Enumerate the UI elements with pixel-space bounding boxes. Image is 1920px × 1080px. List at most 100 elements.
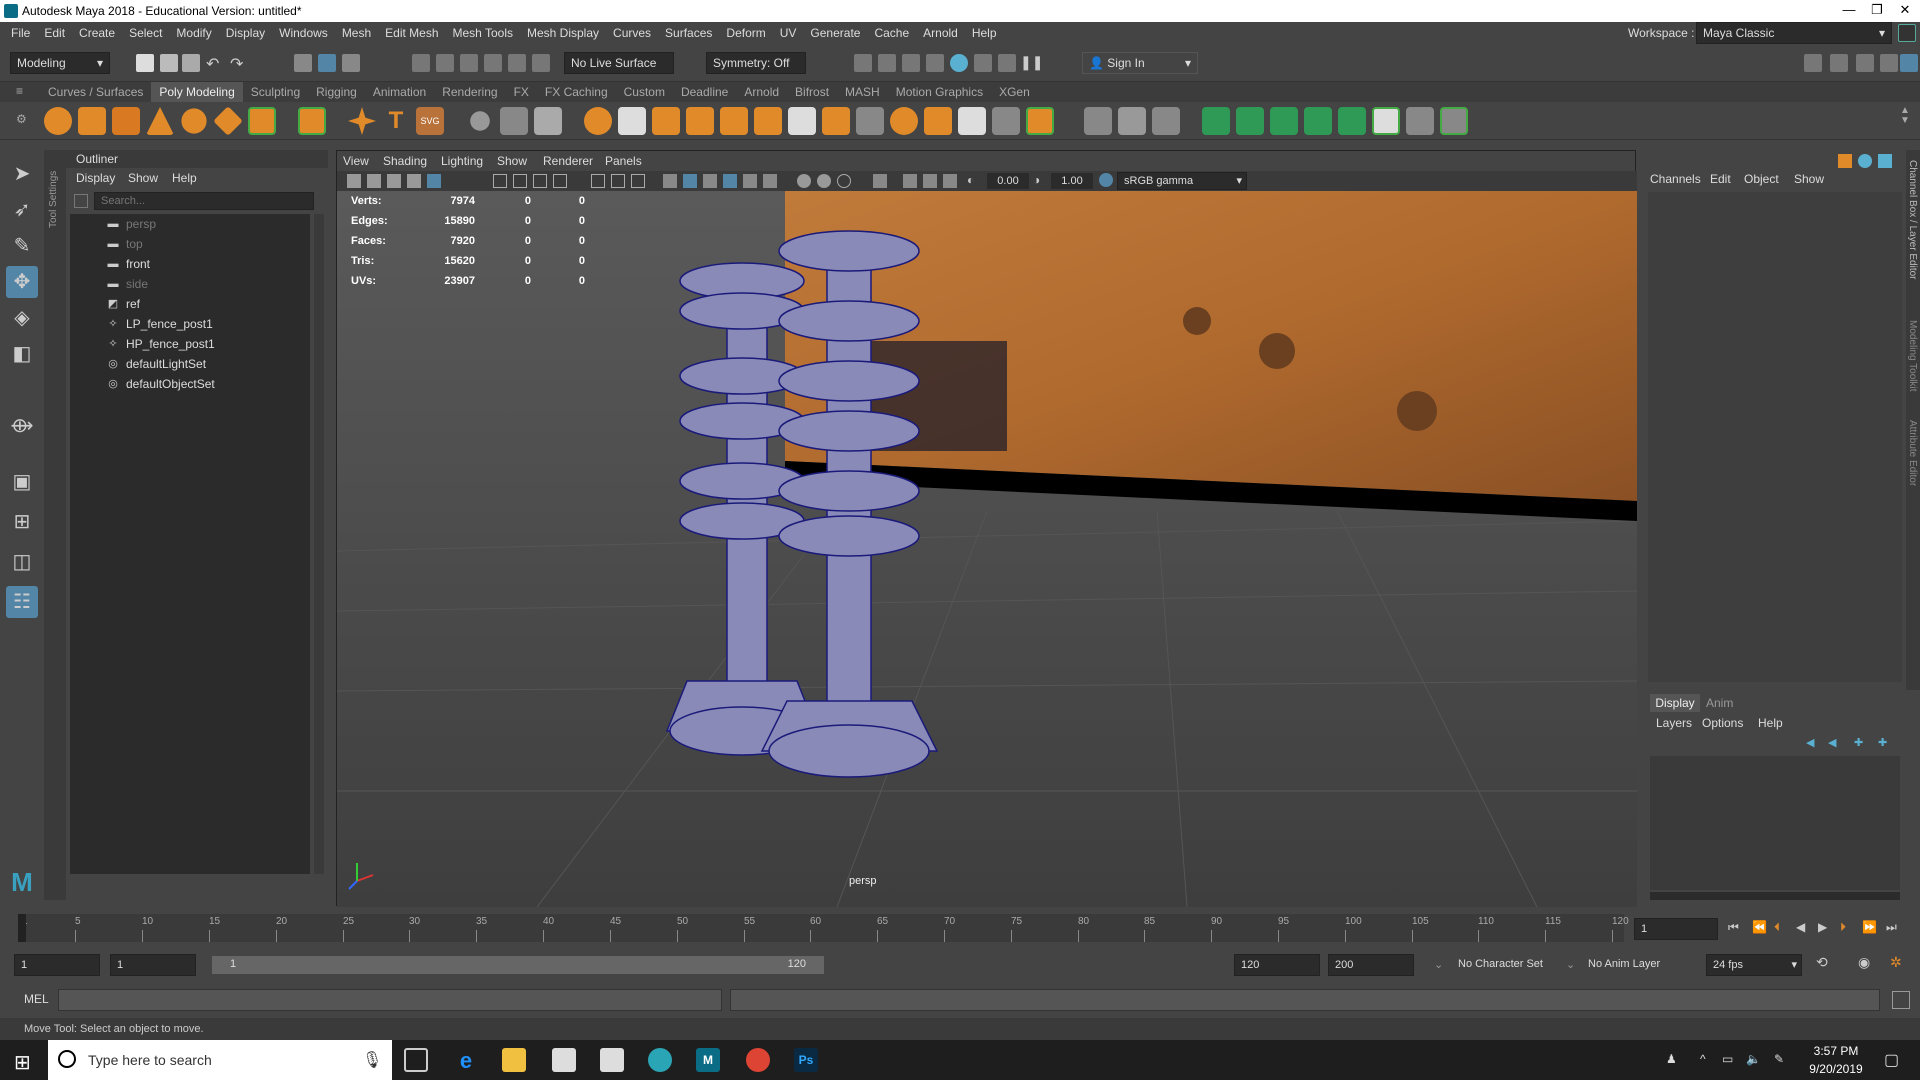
outliner-menu-display[interactable]: Display — [76, 168, 115, 188]
reduce-icon[interactable] — [822, 107, 850, 135]
open-scene-icon[interactable] — [160, 54, 178, 72]
channelbox-menu-show[interactable]: Show — [1794, 172, 1824, 186]
combine-icon[interactable] — [500, 107, 528, 135]
field-chart-icon[interactable] — [591, 174, 605, 188]
menu-display[interactable]: Display — [219, 22, 272, 44]
windows-start-icon[interactable]: ⊞ — [14, 1050, 31, 1075]
outliner-item[interactable]: ▬ persp — [70, 214, 310, 234]
poly-platonic-icon[interactable] — [298, 107, 326, 135]
image-plane-toggle-icon[interactable] — [407, 174, 421, 188]
step-back-icon[interactable]: ⏪ — [1752, 920, 1767, 934]
viewport-menu-show[interactable]: Show — [497, 151, 527, 171]
sculpt-icon[interactable] — [470, 111, 490, 131]
safe-action-icon[interactable] — [611, 174, 625, 188]
poly-cylinder-icon[interactable] — [112, 107, 140, 135]
single-perspective-icon[interactable]: ▣ — [6, 466, 38, 498]
redo-icon[interactable]: ↷ — [230, 54, 248, 73]
target-weld-icon[interactable] — [1084, 107, 1112, 135]
menu-mesh-display[interactable]: Mesh Display — [520, 22, 606, 44]
tab-modeling-toolkit[interactable]: Modeling Toolkit — [1907, 320, 1918, 410]
multi-cut-icon[interactable] — [1026, 107, 1054, 135]
photoshop-icon[interactable]: Ps — [794, 1048, 818, 1072]
menu-generate[interactable]: Generate — [803, 22, 867, 44]
menu-create[interactable]: Create — [72, 22, 122, 44]
new-layer-icon[interactable]: ✚ — [1854, 736, 1863, 749]
shelf-tab-curves-surfaces[interactable]: Curves / Surfaces — [40, 82, 151, 102]
poly-torus-icon[interactable] — [181, 108, 207, 134]
shelf-tab-rendering[interactable]: Rendering — [434, 82, 505, 102]
bookmark-icon[interactable] — [387, 174, 401, 188]
new-scene-icon[interactable] — [136, 54, 154, 72]
automatic-map-icon[interactable] — [1304, 107, 1332, 135]
camera-gate-icon[interactable] — [903, 174, 917, 188]
outliner-layout-icon[interactable]: ☷ — [6, 586, 38, 618]
snap-point-icon[interactable] — [460, 54, 478, 72]
select-object-icon[interactable] — [318, 54, 336, 72]
poly-disc-icon[interactable] — [248, 107, 276, 135]
sew-uv-icon[interactable] — [1440, 107, 1468, 135]
outliner-item[interactable]: ◩ ref — [70, 294, 310, 314]
taskbar-time[interactable]: 3:57 PM — [1806, 1044, 1866, 1058]
script-editor-icon[interactable] — [1892, 991, 1910, 1009]
menu-mesh-tools[interactable]: Mesh Tools — [446, 22, 520, 44]
resolution-gate-icon[interactable] — [533, 174, 547, 188]
file-explorer-icon[interactable] — [502, 1048, 526, 1072]
step-forward-icon[interactable]: ⏩ — [1862, 920, 1877, 934]
shelf-tab-animation[interactable]: Animation — [365, 82, 434, 102]
wacom-icon[interactable] — [648, 1048, 672, 1072]
tab-attribute-editor[interactable]: Attribute Editor — [1907, 420, 1918, 510]
range-handle[interactable] — [212, 956, 824, 974]
menu-file[interactable]: File — [4, 22, 37, 44]
shelf-tab-deadline[interactable]: Deadline — [673, 82, 736, 102]
menuset-dropdown[interactable]: Modeling ▾ — [10, 52, 110, 74]
planar-map-icon[interactable] — [1236, 107, 1264, 135]
taskbar-date[interactable]: 9/20/2019 — [1806, 1062, 1866, 1076]
camera-lock-icon[interactable] — [367, 174, 381, 188]
outliner-scrollbar[interactable] — [314, 214, 324, 874]
time-ruler[interactable]: 1510152025303540455055606570758085909510… — [18, 914, 1629, 942]
play-forwards-icon[interactable]: ▶ — [1818, 920, 1827, 934]
perspective-viewport[interactable]: View Shading Lighting Show Renderer Pane… — [336, 150, 1637, 907]
step-forward-key-icon[interactable]: ⏵ — [1840, 920, 1846, 935]
poly-cube-icon[interactable] — [78, 107, 106, 135]
shelf-tab-bifrost[interactable]: Bifrost — [787, 82, 837, 102]
boolean-union-icon[interactable] — [652, 107, 680, 135]
screen-space-ao-icon[interactable] — [817, 174, 831, 188]
view-transform-dropdown[interactable]: sRGB gamma ▾ — [1117, 172, 1247, 190]
outliner-menu-help[interactable]: Help — [172, 168, 197, 188]
select-tool-icon[interactable]: ➤ — [6, 158, 38, 190]
default-material-icon[interactable] — [703, 174, 717, 188]
channelbox-menu-object[interactable]: Object — [1744, 172, 1779, 186]
menu-arnold[interactable]: Arnold — [916, 22, 965, 44]
lock-icon[interactable] — [1898, 24, 1916, 42]
move-layer-down-icon[interactable]: ◀ — [1828, 736, 1836, 749]
render-view-icon[interactable] — [854, 54, 872, 72]
layer-menu-options[interactable]: Options — [1702, 716, 1743, 730]
start-time-field[interactable]: 1 — [14, 954, 100, 976]
backface-culling-icon[interactable] — [943, 174, 957, 188]
grease-pencil-icon[interactable] — [427, 174, 441, 188]
extract-icon[interactable] — [754, 107, 782, 135]
sign-in-button[interactable]: 👤 Sign In ▾ — [1082, 52, 1198, 74]
shelf-tab-arnold[interactable]: Arnold — [736, 82, 787, 102]
safe-title-icon[interactable] — [631, 174, 645, 188]
network-icon[interactable]: ▭ — [1722, 1052, 1733, 1066]
shelf-menu-icon[interactable]: ≡ — [16, 84, 23, 98]
tool-settings-icon[interactable] — [1880, 54, 1898, 72]
shelf-tab-mash[interactable]: MASH — [837, 82, 888, 102]
shelf-tab-xgen[interactable]: XGen — [991, 82, 1038, 102]
shelf-settings-icon[interactable]: ⚙ — [16, 112, 27, 126]
move-layer-up-icon[interactable]: ◀ — [1806, 736, 1814, 749]
bevel-icon[interactable] — [958, 107, 986, 135]
render-sequence-icon[interactable] — [974, 54, 992, 72]
outliner-item[interactable]: ◎ defaultLightSet — [70, 354, 310, 374]
layer-menu-help[interactable]: Help — [1758, 716, 1783, 730]
viewport-menu-lighting[interactable]: Lighting — [441, 151, 483, 171]
boolean-intersection-icon[interactable] — [720, 107, 748, 135]
select-hierarchy-icon[interactable] — [294, 54, 312, 72]
uv-editor-icon[interactable] — [1202, 107, 1230, 135]
gamma-field[interactable]: 1.00 — [1051, 173, 1093, 189]
workspace-dropdown[interactable]: Maya Classic ▾ — [1696, 22, 1892, 44]
range-bar[interactable]: 1 120 — [212, 956, 824, 974]
render-frame-icon[interactable] — [878, 54, 896, 72]
